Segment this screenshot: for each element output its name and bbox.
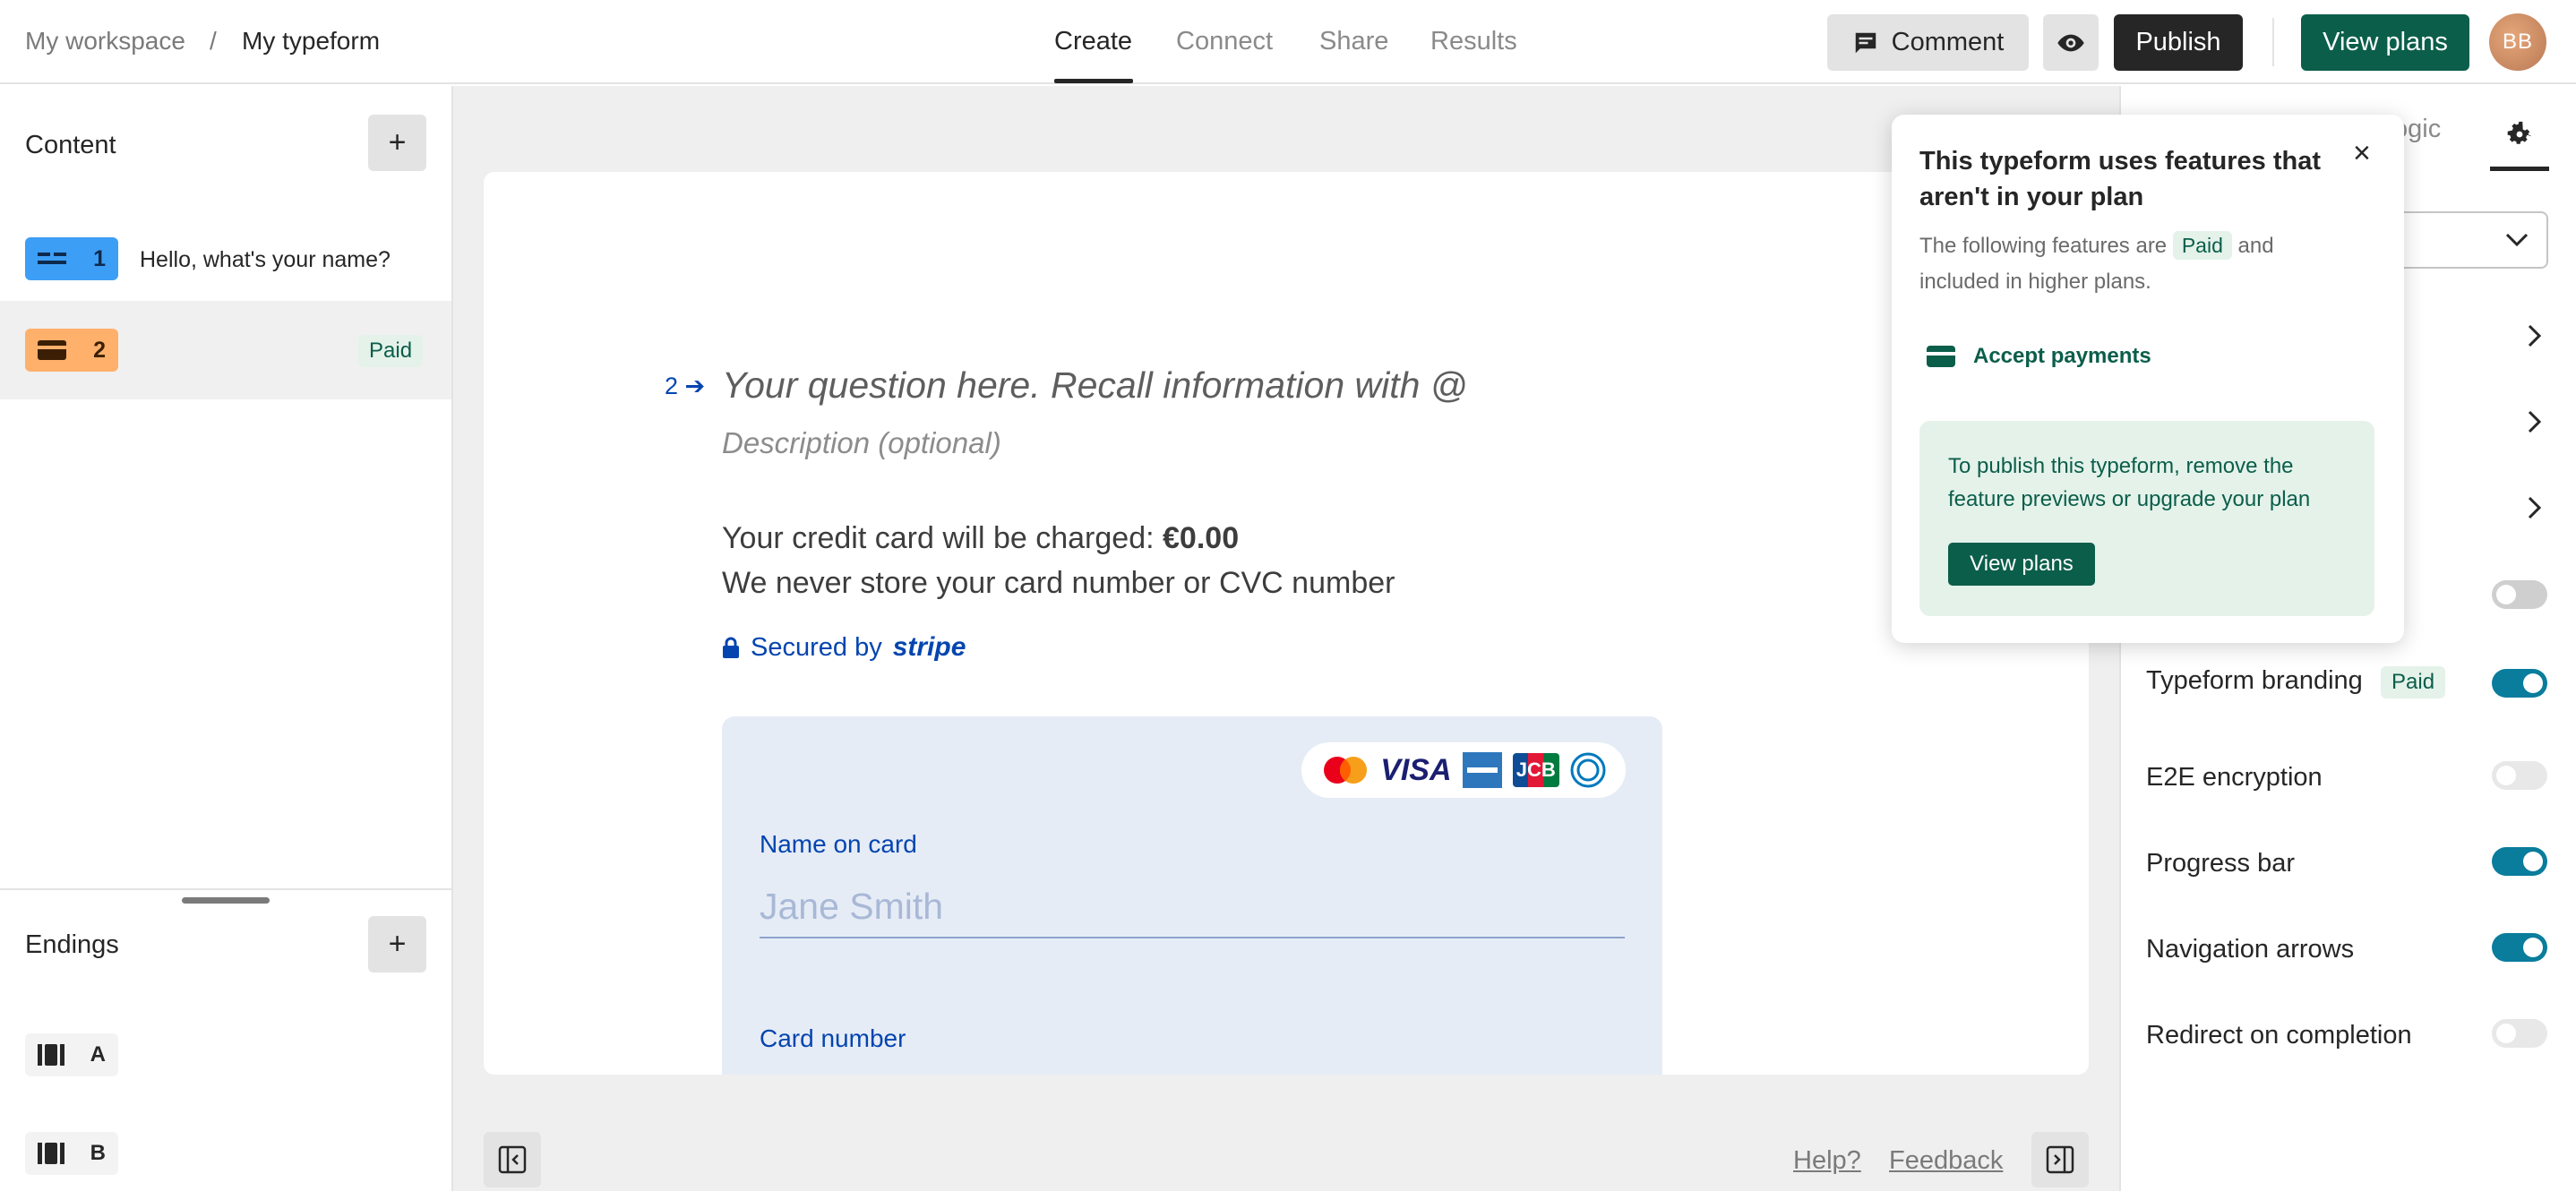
tab-results[interactable]: Results: [1430, 27, 1517, 56]
breadcrumb-form-name[interactable]: My typeform: [242, 27, 380, 56]
arrow-right-icon: ➔: [684, 373, 706, 399]
panel-left-icon: [498, 1145, 527, 1174]
popover-view-plans-button[interactable]: View plans: [1948, 543, 2095, 586]
add-ending-button[interactable]: +: [368, 916, 426, 973]
feature-label: Accept payments: [1973, 344, 2151, 368]
comment-button[interactable]: Comment: [1827, 14, 2029, 71]
popover-description: The following features are Paid and incl…: [1919, 227, 2340, 300]
card-brand-logos: VISA JCB: [1301, 742, 1626, 798]
tab-create[interactable]: Create: [1054, 27, 1132, 56]
ending-label: A: [90, 1042, 106, 1067]
typeform-branding-label: Typeform branding: [2146, 666, 2363, 695]
panel-right-icon: [2046, 1145, 2074, 1174]
add-question-button[interactable]: +: [368, 115, 426, 171]
active-tab-indicator: [2490, 167, 2549, 171]
jcb-icon: JCB: [1512, 753, 1559, 787]
name-on-card-label: Name on card: [760, 830, 917, 858]
navigation-arrows-label: Navigation arrows: [2146, 935, 2355, 964]
view-plans-button[interactable]: View plans: [2301, 14, 2469, 71]
chevron-down-icon: [2505, 233, 2529, 247]
question-text: Hello, what's your name?: [140, 247, 391, 272]
resize-handle[interactable]: [182, 897, 270, 904]
paid-badge: Paid: [2172, 231, 2232, 260]
tab-share[interactable]: Share: [1319, 27, 1388, 56]
chevron-right-icon[interactable]: [2528, 410, 2542, 433]
e2e-encryption-label: E2E encryption: [2146, 763, 2323, 792]
chevron-right-icon[interactable]: [2528, 324, 2542, 347]
collapse-left-panel-button[interactable]: [484, 1132, 541, 1187]
name-on-card-input[interactable]: [760, 876, 1625, 938]
header-divider: [2272, 18, 2274, 66]
question-number-arrow: 2 ➔: [665, 373, 705, 400]
section-divider: [0, 888, 451, 890]
active-tab-indicator: [1054, 79, 1133, 83]
visa-icon: VISA: [1380, 752, 1452, 787]
sidebar: Content + 1 Hello, what's your name? 2 P…: [0, 86, 453, 1191]
charge-prefix: Your credit card will be charged:: [722, 521, 1163, 555]
ending-label: B: [90, 1141, 106, 1165]
question-title-field[interactable]: Your question here. Recall information w…: [722, 364, 1467, 407]
ending-item-b[interactable]: B: [25, 1132, 118, 1175]
progress-bar-toggle[interactable]: [2492, 847, 2547, 876]
progress-bar-label: Progress bar: [2146, 849, 2296, 878]
breadcrumb-workspace[interactable]: My workspace: [25, 27, 185, 56]
top-bar: My workspace / My typeform Create Connec…: [0, 0, 2576, 84]
question-description-field[interactable]: Description (optional): [722, 426, 1001, 460]
charge-notice: Your credit card will be charged: €0.00: [722, 521, 1239, 556]
question-item-1[interactable]: 1 Hello, what's your name?: [0, 210, 451, 308]
typeform-branding-toggle[interactable]: [2492, 669, 2547, 698]
setting-toggle[interactable]: [2492, 580, 2547, 609]
comment-label: Comment: [1891, 28, 2005, 56]
tab-settings[interactable]: [2490, 100, 2549, 168]
comment-icon: [1855, 32, 1876, 53]
redirect-on-completion-label: Redirect on completion: [2146, 1021, 2412, 1050]
collapse-right-panel-button[interactable]: [2031, 1132, 2089, 1187]
lock-icon: [723, 637, 739, 658]
diners-club-icon: [1570, 752, 1606, 788]
question-badge: 1: [25, 237, 118, 280]
ending-icon: [38, 1143, 64, 1164]
redirect-on-completion-toggle[interactable]: [2492, 1019, 2547, 1048]
card-number-label: Card number: [760, 1024, 906, 1052]
question-badge: 2: [25, 329, 118, 372]
popover-desc-prefix: The following features are: [1919, 234, 2168, 258]
tab-connect[interactable]: Connect: [1176, 27, 1273, 56]
question-number: 2: [665, 373, 679, 399]
feedback-link[interactable]: Feedback: [1889, 1146, 2003, 1176]
paid-badge: Paid: [358, 335, 424, 367]
stripe-logo: stripe: [892, 632, 966, 662]
paid-badge: Paid: [2381, 666, 2446, 698]
chevron-right-icon[interactable]: [2528, 496, 2542, 519]
publish-button[interactable]: Publish: [2114, 14, 2243, 71]
credit-card-icon: [38, 340, 66, 360]
ending-icon: [38, 1044, 64, 1066]
upgrade-notice-text: To publish this typeform, remove the fea…: [1948, 454, 2311, 511]
charge-amount: €0.00: [1163, 521, 1240, 555]
popover-title: This typeform uses features that aren't …: [1919, 147, 2321, 211]
mastercard-icon: [1324, 757, 1368, 784]
secured-prefix: Secured by: [751, 632, 882, 662]
question-number: 1: [93, 245, 106, 271]
gear-icon: [2507, 121, 2532, 144]
secured-by-stripe: Secured by stripe: [722, 632, 966, 663]
breadcrumb-separator: /: [210, 27, 217, 55]
short-text-icon: [38, 253, 66, 264]
close-icon[interactable]: ×: [2353, 136, 2371, 171]
preview-button[interactable]: [2043, 14, 2099, 71]
question-number: 2: [93, 337, 106, 363]
content-section-title: Content: [25, 131, 116, 159]
endings-section-title: Endings: [25, 930, 119, 959]
credit-card-icon: [1927, 346, 1955, 367]
store-notice: We never store your card number or CVC n…: [722, 566, 1395, 600]
e2e-encryption-toggle[interactable]: [2492, 761, 2547, 790]
navigation-arrows-toggle[interactable]: [2492, 933, 2547, 962]
feature-accept-payments: Accept payments: [1927, 344, 2151, 369]
help-link[interactable]: Help?: [1793, 1146, 1861, 1176]
ending-item-a[interactable]: A: [25, 1033, 118, 1076]
eye-icon: [2057, 34, 2084, 51]
question-item-2[interactable]: 2 Paid: [0, 301, 451, 399]
avatar[interactable]: BB: [2489, 13, 2546, 71]
amex-icon: [1462, 752, 1502, 788]
